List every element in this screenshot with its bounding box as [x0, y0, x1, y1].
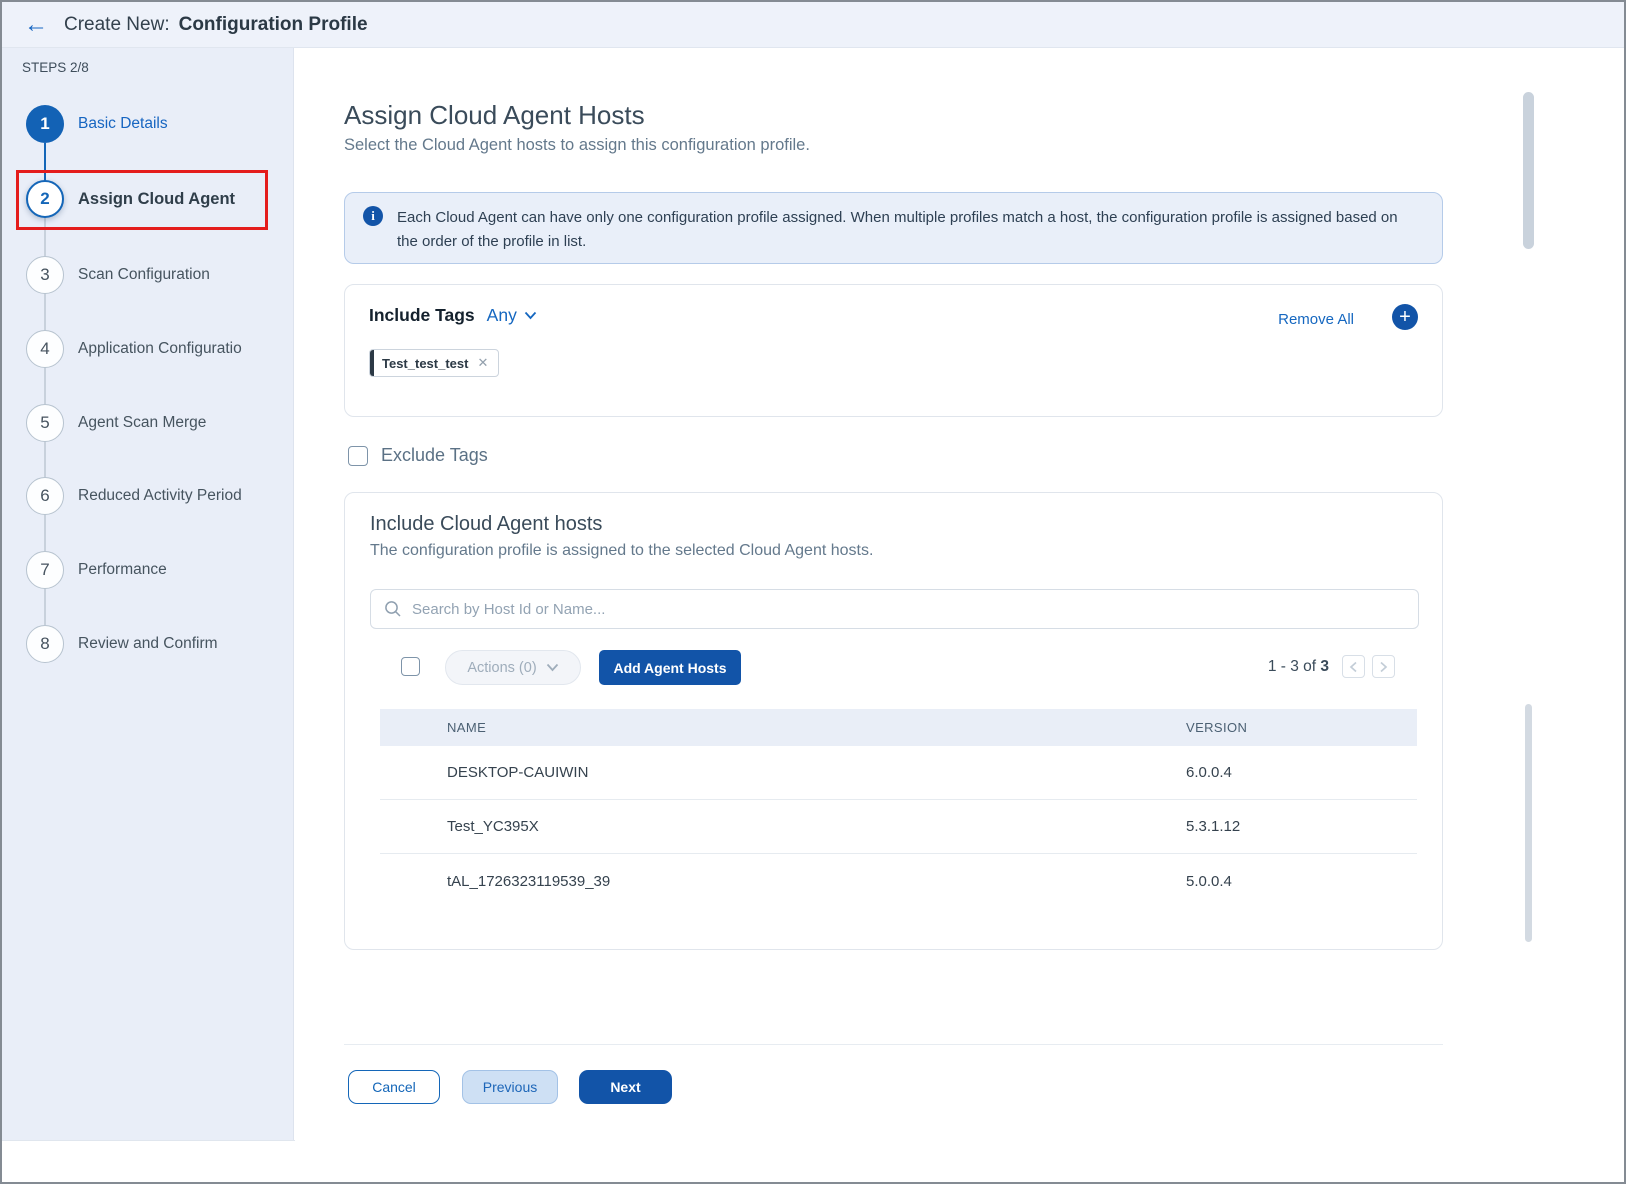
table-scrollbar-thumb[interactable] — [1525, 704, 1532, 942]
pagination-range: 1 - 3 of 3 — [1268, 658, 1329, 676]
sidebar-step-review-and-confirm[interactable]: 8 Review and Confirm — [26, 625, 218, 663]
include-hosts-card: Include Cloud Agent hosts The configurat… — [344, 492, 1443, 950]
page-title: Configuration Profile — [179, 14, 368, 36]
tag-remove-icon[interactable]: ✕ — [477, 355, 488, 371]
info-banner-text: Each Cloud Agent can have only one confi… — [397, 206, 1414, 263]
tag-label: Test_test_test — [382, 356, 468, 371]
steps-sidebar: STEPS 2/8 1 Basic Details 2 Assign Cloud… — [2, 48, 294, 1140]
page-scrollbar-thumb[interactable] — [1523, 92, 1534, 249]
section-subtitle: Select the Cloud Agent hosts to assign t… — [344, 136, 810, 155]
chevron-down-icon — [546, 663, 559, 672]
pagination-next-button[interactable] — [1372, 655, 1395, 678]
actions-dropdown-button[interactable]: Actions (0) — [445, 650, 581, 685]
hosts-section-title: Include Cloud Agent hosts — [370, 513, 602, 536]
step-label: Scan Configuration — [78, 266, 210, 284]
annotation-highlight-red-box — [16, 170, 268, 230]
step-number-badge: 1 — [26, 105, 64, 143]
host-name-cell: tAL_1726323119539_39 — [447, 873, 1186, 890]
tags-operator-dropdown[interactable]: Any — [487, 305, 537, 326]
hosts-table: NAME VERSION DESKTOP-CAUIWIN 6.0.0.4 Tes… — [380, 709, 1417, 908]
back-arrow-icon[interactable]: ← — [24, 13, 48, 37]
hosts-table-header: NAME VERSION — [380, 709, 1417, 746]
step-number-badge: 7 — [26, 551, 64, 589]
select-all-hosts-checkbox[interactable] — [401, 657, 420, 676]
tag-color-bar — [370, 350, 374, 376]
hosts-section-subtitle: The configuration profile is assigned to… — [370, 542, 873, 560]
pagination: 1 - 3 of 3 — [1268, 655, 1395, 678]
exclude-tags-checkbox[interactable] — [348, 446, 368, 466]
cancel-button[interactable]: Cancel — [348, 1070, 440, 1104]
table-row[interactable]: DESKTOP-CAUIWIN 6.0.0.4 — [380, 746, 1417, 800]
step-label: Agent Scan Merge — [78, 414, 206, 432]
host-version-cell: 5.0.0.4 — [1186, 873, 1417, 890]
tag-chip: Test_test_test ✕ — [369, 349, 499, 377]
add-agent-hosts-button[interactable]: Add Agent Hosts — [599, 650, 741, 685]
footer-divider — [344, 1044, 1443, 1045]
step-label: Reduced Activity Period — [78, 487, 242, 505]
table-row[interactable]: tAL_1726323119539_39 5.0.0.4 — [380, 854, 1417, 908]
pagination-prev-button[interactable] — [1342, 655, 1365, 678]
chevron-left-icon — [1349, 661, 1358, 673]
chevron-down-icon — [524, 311, 537, 320]
section-title: Assign Cloud Agent Hosts — [344, 100, 645, 131]
host-version-cell: 5.3.1.12 — [1186, 818, 1417, 835]
info-icon: i — [363, 206, 383, 226]
sidebar-step-reduced-activity-period[interactable]: 6 Reduced Activity Period — [26, 477, 242, 515]
step-number-badge: 5 — [26, 404, 64, 442]
sidebar-step-performance[interactable]: 7 Performance — [26, 551, 167, 589]
step-label: Review and Confirm — [78, 635, 218, 653]
column-header-version: VERSION — [1186, 720, 1417, 735]
next-button[interactable]: Next — [579, 1070, 672, 1104]
page-title-prefix: Create New: — [64, 14, 170, 36]
sidebar-step-basic-details[interactable]: 1 Basic Details — [26, 105, 168, 143]
include-tags-title: Include Tags — [369, 305, 475, 326]
step-number-badge: 4 — [26, 330, 64, 368]
sidebar-step-scan-configuration[interactable]: 3 Scan Configuration — [26, 256, 210, 294]
top-header: ← Create New: Configuration Profile — [2, 2, 1624, 48]
info-banner: i Each Cloud Agent can have only one con… — [344, 192, 1443, 264]
host-name-cell: Test_YC395X — [447, 818, 1186, 835]
previous-button[interactable]: Previous — [462, 1070, 558, 1104]
step-label: Basic Details — [78, 115, 168, 133]
exclude-tags-label: Exclude Tags — [381, 445, 488, 466]
sidebar-step-application-configuration[interactable]: 4 Application Configuratio — [26, 330, 242, 368]
include-tags-card: Include Tags Any Remove All + Test_test_… — [344, 284, 1443, 417]
step-label: Application Configuratio — [78, 340, 242, 358]
table-row[interactable]: Test_YC395X 5.3.1.12 — [380, 800, 1417, 854]
bottom-strip — [2, 1140, 295, 1182]
step-number-badge: 6 — [26, 477, 64, 515]
column-header-name: NAME — [447, 720, 1186, 735]
page: ← Create New: Configuration Profile STEP… — [0, 0, 1626, 1184]
step-number-badge: 3 — [26, 256, 64, 294]
step-number-badge: 8 — [26, 625, 64, 663]
chevron-right-icon — [1379, 661, 1388, 673]
remove-all-link[interactable]: Remove All — [1278, 311, 1354, 328]
step-label: Performance — [78, 561, 167, 579]
host-search-input[interactable] — [412, 601, 1418, 618]
host-search-box — [370, 589, 1419, 629]
search-icon — [384, 600, 402, 618]
steps-progress-label: STEPS 2/8 — [22, 60, 89, 75]
host-version-cell: 6.0.0.4 — [1186, 764, 1417, 781]
host-name-cell: DESKTOP-CAUIWIN — [447, 764, 1186, 781]
add-tag-button[interactable]: + — [1392, 304, 1418, 330]
sidebar-step-agent-scan-merge[interactable]: 5 Agent Scan Merge — [26, 404, 206, 442]
